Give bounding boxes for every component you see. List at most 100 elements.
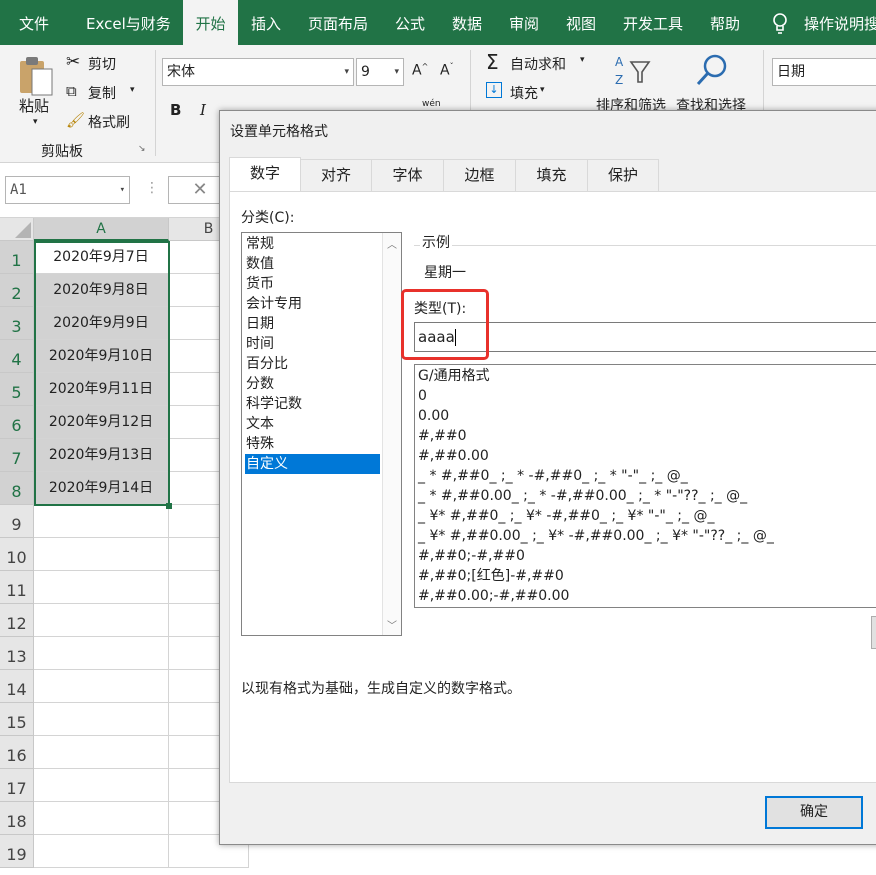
tab-fill[interactable]: 填充: [515, 159, 588, 192]
tab-border[interactable]: 边框: [443, 159, 516, 192]
grow-font-icon[interactable]: A^: [412, 62, 428, 79]
magnifier-icon[interactable]: [695, 52, 731, 88]
tab-developer[interactable]: 开发工具: [623, 0, 683, 45]
tab-page-layout[interactable]: 页面布局: [308, 0, 368, 45]
tab-excel-finance[interactable]: Excel与财务: [86, 0, 171, 45]
tab-help[interactable]: 帮助: [710, 0, 740, 45]
ok-button[interactable]: 确定: [765, 796, 863, 829]
tab-protection[interactable]: 保护: [587, 159, 659, 192]
number-format-combo[interactable]: 日期: [772, 58, 876, 86]
format-code-item[interactable]: 0.00: [418, 406, 449, 426]
cell-a9[interactable]: [34, 505, 169, 538]
cell-a13[interactable]: [34, 637, 169, 670]
tab-view[interactable]: 视图: [566, 0, 596, 45]
category-item[interactable]: 时间: [245, 334, 380, 354]
paste-dropdown-arrow[interactable]: ▾: [33, 117, 38, 127]
copy-button[interactable]: 复制: [88, 83, 116, 103]
paste-button[interactable]: 粘贴: [19, 95, 49, 116]
category-item[interactable]: 自定义: [245, 454, 380, 474]
category-item[interactable]: 分数: [245, 374, 380, 394]
select-all-corner[interactable]: [0, 218, 34, 241]
row-header-3[interactable]: 3: [0, 307, 34, 340]
format-code-item[interactable]: G/通用格式: [418, 366, 490, 386]
paste-icon[interactable]: [17, 55, 55, 97]
sort-filter-icon[interactable]: AZ: [613, 52, 653, 88]
cut-button[interactable]: 剪切: [88, 54, 116, 74]
category-item[interactable]: 会计专用: [245, 294, 380, 314]
category-item[interactable]: 文本: [245, 414, 380, 434]
name-box[interactable]: A1 ▾: [5, 176, 130, 204]
row-header-7[interactable]: 7: [0, 439, 34, 472]
shrink-font-icon[interactable]: Aˇ: [440, 62, 454, 79]
row-header-1[interactable]: 1: [0, 241, 34, 274]
cell-a7[interactable]: 2020年9月13日: [34, 439, 169, 472]
tab-file[interactable]: 文件: [19, 0, 49, 45]
row-header-19[interactable]: 19: [0, 835, 34, 868]
row-header-12[interactable]: 12: [0, 604, 34, 637]
format-code-item[interactable]: _ * #,##0.00_ ;_ * -#,##0.00_ ;_ * "-"??…: [418, 486, 747, 506]
cell-a11[interactable]: [34, 571, 169, 604]
row-header-17[interactable]: 17: [0, 769, 34, 802]
row-header-14[interactable]: 14: [0, 670, 34, 703]
category-item[interactable]: 日期: [245, 314, 380, 334]
cell-a15[interactable]: [34, 703, 169, 736]
category-item[interactable]: 科学记数: [245, 394, 380, 414]
tab-alignment[interactable]: 对齐: [300, 159, 372, 192]
font-name-combo[interactable]: 宋体 ▾: [162, 58, 354, 86]
tell-me-search[interactable]: 操作说明搜: [804, 0, 876, 45]
italic-button[interactable]: I: [200, 101, 206, 119]
scroll-up-icon[interactable]: ︿: [387, 236, 397, 251]
tab-review[interactable]: 审阅: [509, 0, 539, 45]
category-item[interactable]: 特殊: [245, 434, 380, 454]
cell-a6[interactable]: 2020年9月12日: [34, 406, 169, 439]
row-header-16[interactable]: 16: [0, 736, 34, 769]
tab-insert[interactable]: 插入: [251, 0, 281, 45]
format-code-item[interactable]: #,##0.00: [418, 446, 489, 466]
row-header-5[interactable]: 5: [0, 373, 34, 406]
copy-dropdown-arrow[interactable]: ▾: [130, 85, 135, 95]
format-code-item[interactable]: #,##0.00;-#,##0.00: [418, 586, 569, 606]
cell-a8[interactable]: 2020年9月14日: [34, 472, 169, 505]
cell-a1[interactable]: 2020年9月7日: [34, 241, 169, 274]
cell-a12[interactable]: [34, 604, 169, 637]
cell-a4[interactable]: 2020年9月10日: [34, 340, 169, 373]
cell-a17[interactable]: [34, 769, 169, 802]
cell-a16[interactable]: [34, 736, 169, 769]
autosum-button[interactable]: 自动求和: [510, 54, 566, 74]
cell-a10[interactable]: [34, 538, 169, 571]
fill-button[interactable]: 填充: [510, 83, 538, 103]
tab-number[interactable]: 数字: [229, 157, 301, 192]
row-header-6[interactable]: 6: [0, 406, 34, 439]
scroll-down-icon[interactable]: ﹀: [387, 617, 397, 632]
format-code-list[interactable]: G/通用格式 0 0.00 #,##0 #,##0.00 _ * #,##0_ ;_ * …: [414, 364, 876, 608]
column-header-a[interactable]: A: [34, 218, 169, 241]
cell-a3[interactable]: 2020年9月9日: [34, 307, 169, 340]
row-header-13[interactable]: 13: [0, 637, 34, 670]
tab-data[interactable]: 数据: [452, 0, 482, 45]
category-scrollbar[interactable]: ︿ ﹀: [382, 233, 401, 635]
cell-a18[interactable]: [34, 802, 169, 835]
bold-button[interactable]: B: [170, 101, 181, 119]
category-item[interactable]: 货币: [245, 274, 380, 294]
delete-button[interactable]: [871, 616, 876, 649]
category-item[interactable]: 百分比: [245, 354, 380, 374]
font-size-combo[interactable]: 9 ▾: [356, 58, 404, 86]
format-code-item[interactable]: _ ¥* #,##0_ ;_ ¥* -#,##0_ ;_ ¥* "-"_ ;_ …: [418, 506, 714, 526]
row-header-11[interactable]: 11: [0, 571, 34, 604]
row-header-10[interactable]: 10: [0, 538, 34, 571]
format-code-item[interactable]: _ ¥* #,##0.00_ ;_ ¥* -#,##0.00_ ;_ ¥* "-…: [418, 526, 774, 546]
cell-a5[interactable]: 2020年9月11日: [34, 373, 169, 406]
format-code-item[interactable]: #,##0: [418, 426, 467, 446]
row-header-18[interactable]: 18: [0, 802, 34, 835]
tab-font[interactable]: 字体: [371, 159, 444, 192]
fill-dropdown-arrow[interactable]: ▾: [540, 85, 545, 95]
autosum-dropdown-arrow[interactable]: ▾: [580, 55, 585, 65]
format-painter-button[interactable]: 格式刷: [88, 112, 130, 132]
format-code-item[interactable]: _ * #,##0_ ;_ * -#,##0_ ;_ * "-"_ ;_ @_: [418, 466, 688, 486]
row-header-2[interactable]: 2: [0, 274, 34, 307]
tab-formulas[interactable]: 公式: [395, 0, 425, 45]
category-item[interactable]: 常规: [245, 234, 380, 254]
fill-handle[interactable]: [166, 503, 172, 509]
category-list[interactable]: 常规 数值 货币 会计专用 日期 时间 百分比 分数 科学记数 文本 特殊 自定义 ︿ ﹀: [241, 232, 402, 636]
format-code-item[interactable]: #,##0;[红色]-#,##0: [418, 566, 564, 586]
